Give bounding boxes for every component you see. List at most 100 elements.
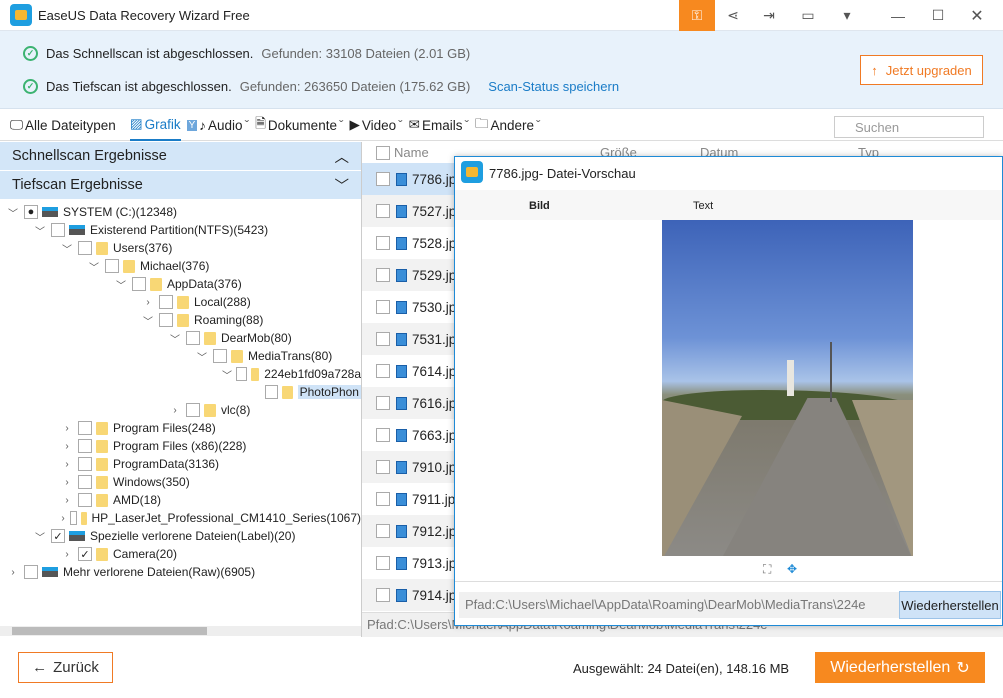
deep-scan-results-header[interactable]: Tiefscan Ergebnisse ﹀ xyxy=(0,171,361,200)
chevron-right-icon[interactable]: › xyxy=(60,495,74,506)
chevron-down-icon[interactable]: ﹀ xyxy=(33,529,47,544)
file-checkbox[interactable] xyxy=(376,556,390,570)
tree-item[interactable]: › Windows(350) xyxy=(0,473,361,491)
horizontal-scrollbar[interactable] xyxy=(0,626,361,636)
file-checkbox[interactable] xyxy=(376,364,390,378)
tab-other[interactable]: 🗀 Andere ˇ xyxy=(475,110,541,141)
tree-item[interactable]: ﹀ MediaTrans(80) xyxy=(0,347,361,365)
tree-item[interactable]: › AMD(18) xyxy=(0,491,361,509)
tree-item[interactable]: › Program Files (x86)(228) xyxy=(0,437,361,455)
tree-checkbox[interactable] xyxy=(51,223,65,237)
preview-restore-button[interactable]: Wiederherstellen xyxy=(899,591,1001,619)
filter-icon[interactable]: Y xyxy=(186,119,198,131)
tree-checkbox[interactable] xyxy=(213,349,227,363)
export-icon[interactable]: ⇥ xyxy=(751,0,787,31)
tree-checkbox[interactable] xyxy=(78,475,92,489)
file-checkbox[interactable] xyxy=(376,396,390,410)
tree-item[interactable]: › Program Files(248) xyxy=(0,419,361,437)
tree-item[interactable]: › ✓ Camera(20) xyxy=(0,545,361,563)
file-checkbox[interactable] xyxy=(376,204,390,218)
tree-item[interactable]: ﹀ Existerend Partition(NTFS)(5423) xyxy=(0,221,361,239)
file-checkbox[interactable] xyxy=(376,236,390,250)
tab-audio[interactable]: ♪ Audio ˇ xyxy=(199,110,249,141)
chevron-right-icon[interactable]: › xyxy=(168,405,182,416)
chevron-down-icon[interactable]: ﹀ xyxy=(195,349,209,364)
chevron-right-icon[interactable]: › xyxy=(141,297,155,308)
file-checkbox[interactable] xyxy=(376,332,390,346)
tree-checkbox[interactable] xyxy=(78,457,92,471)
file-checkbox[interactable] xyxy=(376,524,390,538)
tree-item[interactable]: ﹀ AppData(376) xyxy=(0,275,361,293)
chevron-down-icon[interactable]: ﹀ xyxy=(87,259,101,274)
tree-item[interactable]: ﹀ Michael(376) xyxy=(0,257,361,275)
quick-scan-results-header[interactable]: Schnellscan Ergebnisse ︿ xyxy=(0,142,361,171)
file-checkbox[interactable] xyxy=(376,460,390,474)
tab-graphics[interactable]: ▨ Grafik xyxy=(129,110,181,141)
tree-item[interactable]: ﹀ Roaming(88) xyxy=(0,311,361,329)
file-checkbox[interactable] xyxy=(376,588,390,602)
key-icon[interactable]: ⚿ xyxy=(679,0,715,31)
chevron-down-icon[interactable]: ﹀ xyxy=(141,313,155,328)
chevron-down-icon[interactable]: ﹀ xyxy=(168,331,182,346)
search-input[interactable]: Suchen xyxy=(834,116,984,138)
menu-dropdown-icon[interactable]: ▾ xyxy=(829,0,865,31)
actual-size-icon[interactable]: ✥ xyxy=(787,562,797,576)
chevron-right-icon[interactable]: › xyxy=(60,423,74,434)
chevron-down-icon[interactable]: ﹀ xyxy=(60,241,74,256)
close-button[interactable]: ✕ xyxy=(959,0,995,31)
tree-checkbox[interactable] xyxy=(105,259,119,273)
maximize-button[interactable]: ☐ xyxy=(920,0,956,31)
tree-checkbox[interactable] xyxy=(265,385,278,399)
chevron-right-icon[interactable]: › xyxy=(60,477,74,488)
chevron-right-icon[interactable]: › xyxy=(60,513,66,524)
tree-checkbox[interactable] xyxy=(159,295,173,309)
chevron-right-icon[interactable]: › xyxy=(60,459,74,470)
tree-checkbox[interactable]: ✓ xyxy=(78,547,92,561)
select-all-checkbox[interactable] xyxy=(376,145,390,160)
tree-checkbox[interactable] xyxy=(186,331,200,345)
chevron-down-icon[interactable]: ﹀ xyxy=(33,223,47,238)
file-checkbox[interactable] xyxy=(376,172,390,186)
tree-checkbox[interactable] xyxy=(78,493,92,507)
tree-checkbox[interactable]: ✓ xyxy=(51,529,65,543)
tree-item[interactable]: › vlc(8) xyxy=(0,401,361,419)
back-button[interactable]: ← Zurück xyxy=(18,652,113,683)
file-checkbox[interactable] xyxy=(376,268,390,282)
tree-checkbox[interactable] xyxy=(78,241,92,255)
minimize-button[interactable]: — xyxy=(880,0,916,31)
file-checkbox[interactable] xyxy=(376,428,390,442)
fit-to-window-icon[interactable]: ⛶ xyxy=(763,562,771,577)
tab-emails[interactable]: ✉ Emails ˇ xyxy=(409,110,469,141)
file-checkbox[interactable] xyxy=(376,300,390,314)
tree-checkbox[interactable] xyxy=(186,403,200,417)
tree-item[interactable]: › HP_LaserJet_Professional_CM1410_Series(… xyxy=(0,509,361,527)
tree-item[interactable]: › ProgramData(3136) xyxy=(0,455,361,473)
tab-documents[interactable]: 🗎 Dokumente ˇ xyxy=(255,110,343,141)
share-icon[interactable]: ⋖ xyxy=(715,0,751,31)
upgrade-button[interactable]: ↑ Jetzt upgraden xyxy=(860,55,983,85)
tree-checkbox[interactable] xyxy=(78,439,92,453)
tree-checkbox[interactable] xyxy=(78,421,92,435)
tree-item[interactable]: ﹀ DearMob(80) xyxy=(0,329,361,347)
tree-item[interactable]: PhotoPhon xyxy=(0,383,361,401)
chevron-right-icon[interactable]: › xyxy=(60,549,74,560)
chevron-down-icon[interactable]: ﹀ xyxy=(222,367,232,382)
tree-item[interactable]: ﹀ ✓ Spezielle verlorene Dateien(Label)(20) xyxy=(0,527,361,545)
tree-checkbox[interactable] xyxy=(70,511,78,525)
tree-item[interactable]: ﹀ 224eb1fd09a728a xyxy=(0,365,361,383)
chevron-right-icon[interactable]: › xyxy=(60,441,74,452)
tree-checkbox[interactable]: ● xyxy=(24,205,38,219)
file-checkbox[interactable] xyxy=(376,492,390,506)
tree-checkbox[interactable] xyxy=(236,367,247,381)
feedback-icon[interactable]: ▭ xyxy=(790,0,826,31)
tree-checkbox[interactable] xyxy=(132,277,146,291)
recover-button[interactable]: Wiederherstellen ↻ xyxy=(815,652,985,683)
save-scan-status-link[interactable]: Scan-Status speichern xyxy=(488,79,619,94)
tree-checkbox[interactable] xyxy=(159,313,173,327)
tab-all-types[interactable]: 🖵 Alle Dateitypen xyxy=(10,110,116,141)
tab-image[interactable]: Bild xyxy=(529,200,550,212)
tab-video[interactable]: ▶ Video ˇ xyxy=(349,110,402,141)
tree-item[interactable]: › Local(288) xyxy=(0,293,361,311)
chevron-down-icon[interactable]: ﹀ xyxy=(6,205,20,220)
tree-checkbox[interactable] xyxy=(24,565,38,579)
